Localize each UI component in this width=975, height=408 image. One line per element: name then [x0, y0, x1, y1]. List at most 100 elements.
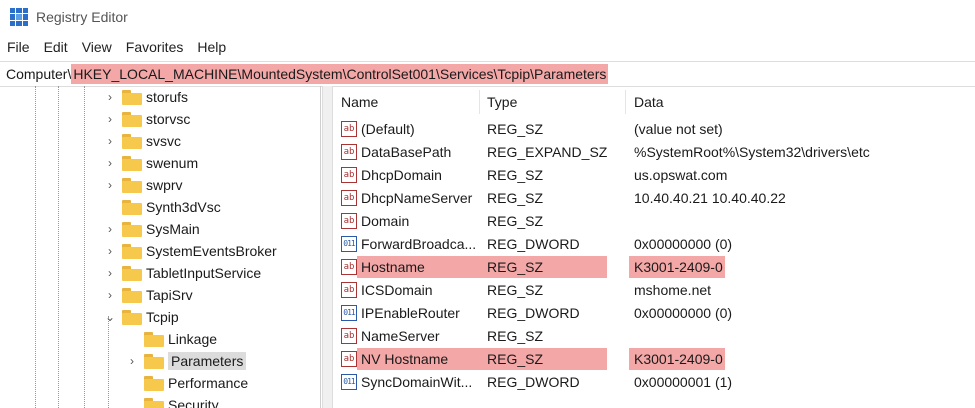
value-data: K3001-2409-0: [634, 259, 723, 275]
chevron-icon[interactable]: ›: [126, 354, 138, 368]
chevron-icon[interactable]: ›: [104, 178, 116, 192]
folder-icon: [122, 287, 142, 303]
menu-favorites[interactable]: Favorites: [119, 39, 191, 55]
menu-view[interactable]: View: [75, 39, 119, 55]
value-name: NameServer: [361, 328, 440, 344]
folder-icon: [122, 199, 142, 215]
tree-item-performance[interactable]: Performance: [126, 372, 248, 394]
chevron-icon[interactable]: ›: [104, 244, 116, 258]
table-row[interactable]: 011 ForwardBroadca... REG_DWORD 0x00000000 …: [333, 233, 975, 255]
value-name-cell: 011 SyncDomainWit...: [341, 371, 472, 393]
folder-icon: [144, 397, 164, 408]
tree-item-label: Performance: [168, 375, 249, 391]
address-bar[interactable]: Computer\ HKEY_LOCAL_MACHINE\MountedSyste…: [0, 61, 975, 87]
tree-item-linkage[interactable]: Linkage: [126, 328, 217, 350]
tree-guide-line: [108, 316, 109, 408]
tree-item-swenum[interactable]: › swenum: [104, 152, 198, 174]
tree-item-storvsc[interactable]: › storvsc: [104, 108, 190, 130]
string-value-icon: ab: [341, 121, 357, 137]
tree-item-systemeventsbroker[interactable]: › SystemEventsBroker: [104, 240, 277, 262]
chevron-icon[interactable]: ⌄: [104, 310, 116, 324]
value-data: %SystemRoot%\System32\drivers\etc: [634, 144, 870, 160]
column-header-type[interactable]: Type: [487, 90, 626, 114]
tree-item-swprv[interactable]: › swprv: [104, 174, 183, 196]
table-row[interactable]: ab Hostname REG_SZ K3001-2409-0: [333, 256, 975, 278]
column-header-data[interactable]: Data: [634, 90, 964, 114]
tree-item-parameters[interactable]: › Parameters: [126, 350, 247, 372]
tree-item-label: Parameters: [168, 352, 247, 370]
binary-value-icon: 011: [341, 374, 357, 390]
folder-icon: [122, 89, 142, 105]
tree-item-svsvc[interactable]: › svsvc: [104, 130, 181, 152]
menu-edit[interactable]: Edit: [37, 39, 75, 55]
folder-icon: [122, 221, 142, 237]
value-name-cell: ab DataBasePath: [341, 141, 451, 163]
tree-item-label: SystemEventsBroker: [146, 243, 277, 259]
value-type: REG_DWORD: [487, 305, 580, 321]
value-data: us.opswat.com: [634, 167, 728, 183]
tree-item-sysmain[interactable]: › SysMain: [104, 218, 200, 240]
string-value-icon: ab: [341, 144, 357, 160]
value-data: 0x00000000 (0): [634, 305, 733, 321]
key-tree[interactable]: › storufs › storvsc › svsvc › swenum › swprv Synth…: [0, 86, 321, 408]
chevron-icon[interactable]: ›: [104, 112, 116, 126]
tree-item-storufs[interactable]: › storufs: [104, 86, 188, 108]
menu-help[interactable]: Help: [190, 39, 233, 55]
list-header: Name Type Data: [333, 90, 975, 114]
tree-item-label: swenum: [146, 155, 199, 171]
value-name: DhcpNameServer: [361, 190, 473, 206]
value-name-cell: 011 IPEnableRouter: [341, 302, 460, 324]
tree-item-label: TapiSrv: [146, 287, 193, 303]
folder-icon: [122, 133, 142, 149]
value-name: (Default): [361, 121, 415, 137]
value-type: REG_SZ: [487, 167, 544, 183]
table-row[interactable]: 011 IPEnableRouter REG_DWORD 0x00000000 (0): [333, 302, 975, 324]
value-type: REG_SZ: [487, 282, 544, 298]
value-list[interactable]: Name Type Data ab (Default) REG_SZ (value n…: [333, 86, 975, 408]
value-type: REG_SZ: [487, 190, 544, 206]
folder-icon: [122, 177, 142, 193]
tree-item-tabletinputservice[interactable]: › TabletInputService: [104, 262, 261, 284]
chevron-icon[interactable]: ›: [104, 266, 116, 280]
chevron-icon[interactable]: ›: [104, 222, 116, 236]
tree-item-security[interactable]: Security: [126, 394, 219, 408]
folder-icon: [122, 265, 142, 281]
value-type: REG_SZ: [487, 259, 544, 275]
string-value-icon: ab: [341, 213, 357, 229]
binary-value-icon: 011: [341, 236, 357, 252]
value-name: Domain: [361, 213, 410, 229]
pane-splitter[interactable]: [322, 86, 333, 408]
string-value-icon: ab: [341, 328, 357, 344]
column-header-name[interactable]: Name: [341, 90, 480, 114]
tree-item-tapisrv[interactable]: › TapiSrv: [104, 284, 193, 306]
value-name: IPEnableRouter: [361, 305, 460, 321]
tree-item-label: Linkage: [168, 331, 218, 347]
chevron-icon[interactable]: ›: [104, 134, 116, 148]
chevron-icon[interactable]: ›: [104, 90, 116, 104]
menu-bar: File Edit View Favorites Help: [0, 36, 233, 58]
value-name-cell: ab DhcpDomain: [341, 164, 442, 186]
tree-guide-line: [84, 86, 85, 408]
table-row[interactable]: ab Domain REG_SZ: [333, 210, 975, 232]
chevron-icon[interactable]: ›: [104, 156, 116, 170]
table-row[interactable]: ab DhcpNameServer REG_SZ 10.40.40.21 10.40.…: [333, 187, 975, 209]
table-row[interactable]: ab DhcpDomain REG_SZ us.opswat.com: [333, 164, 975, 186]
folder-icon: [122, 243, 142, 259]
value-name-cell: ab Domain: [341, 210, 409, 232]
table-row[interactable]: ab NV Hostname REG_SZ K3001-2409-0: [333, 348, 975, 370]
tree-item-tcpip[interactable]: ⌄ Tcpip: [104, 306, 179, 328]
chevron-icon[interactable]: ›: [104, 288, 116, 302]
tree-item-label: Tcpip: [146, 309, 179, 325]
tree-item-label: SysMain: [146, 221, 200, 237]
table-row[interactable]: ab NameServer REG_SZ: [333, 325, 975, 347]
value-name-cell: 011 ForwardBroadca...: [341, 233, 476, 255]
menu-file[interactable]: File: [0, 39, 37, 55]
table-row[interactable]: 011 SyncDomainWit... REG_DWORD 0x00000001 (…: [333, 371, 975, 393]
table-row[interactable]: ab (Default) REG_SZ (value not set): [333, 118, 975, 140]
table-row[interactable]: ab ICSDomain REG_SZ mshome.net: [333, 279, 975, 301]
tree-item-synth3dvsc[interactable]: Synth3dVsc: [104, 196, 221, 218]
table-row[interactable]: ab DataBasePath REG_EXPAND_SZ %SystemRoot%\…: [333, 141, 975, 163]
value-type: REG_SZ: [487, 328, 544, 344]
value-type: REG_DWORD: [487, 236, 580, 252]
tree-item-label: swprv: [146, 177, 183, 193]
